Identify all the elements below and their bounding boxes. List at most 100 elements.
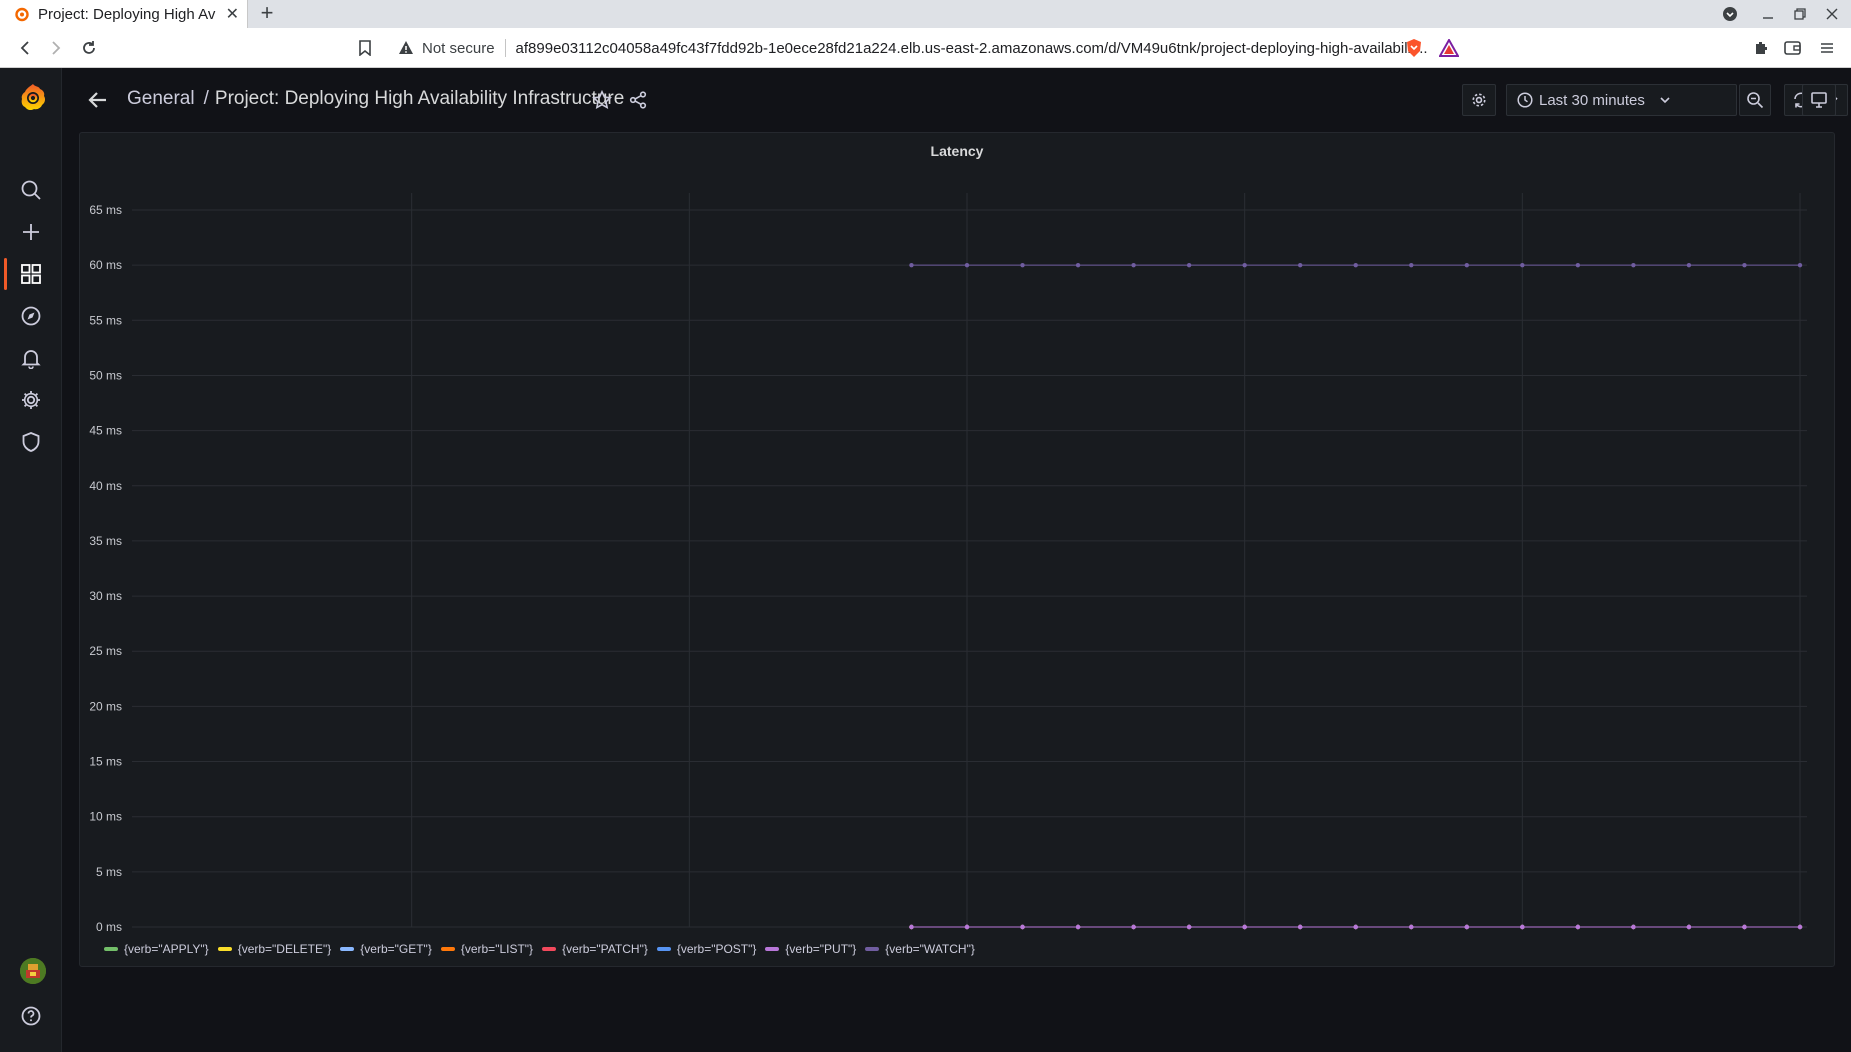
breadcrumb: General / Project: Deploying High Availa… xyxy=(127,88,624,110)
legend-item[interactable]: {verb="PATCH"} xyxy=(542,942,648,956)
legend-item[interactable]: {verb="PUT"} xyxy=(765,942,856,956)
sidebar-item-search[interactable] xyxy=(0,170,62,210)
data-point xyxy=(1075,924,1081,930)
data-point xyxy=(1686,924,1692,930)
share-icon[interactable] xyxy=(628,90,648,110)
forward-icon[interactable] xyxy=(44,36,68,60)
zoom-out-button[interactable] xyxy=(1739,84,1771,116)
legend-item[interactable]: {verb="GET"} xyxy=(340,942,432,956)
data-point xyxy=(1520,262,1525,268)
data-point xyxy=(1075,262,1081,268)
browser-tab[interactable]: Project: Deploying High Av ✕ xyxy=(0,0,248,28)
restore-icon[interactable] xyxy=(1784,0,1816,28)
data-point xyxy=(1186,924,1192,930)
y-tick-label: 20 ms xyxy=(89,699,122,713)
legend-item[interactable]: {verb="WATCH"} xyxy=(865,942,975,956)
bookmark-icon[interactable] xyxy=(353,36,377,60)
sidebar-item-create[interactable] xyxy=(0,212,62,252)
data-point xyxy=(909,924,914,930)
latency-chart[interactable]: 0 ms 5 ms 10 ms 15 ms 20 ms 25 ms 30 ms 35 ms 40… xyxy=(80,133,1836,933)
data-point xyxy=(1409,262,1414,268)
brave-shield-icon[interactable] xyxy=(1402,36,1426,60)
grafana-logo-icon[interactable] xyxy=(19,82,47,112)
tab-close-icon[interactable]: ✕ xyxy=(226,4,239,24)
y-tick-label: 15 ms xyxy=(89,755,122,769)
y-tick-label: 55 ms xyxy=(89,313,122,327)
legend-label: {verb="DELETE"} xyxy=(237,942,332,956)
minimize-icon[interactable] xyxy=(1752,0,1784,28)
browser-toolbar: Not secure af899e03112c04058a49fc43f7fdd… xyxy=(0,28,1851,68)
legend-swatch xyxy=(865,947,880,951)
wallet-icon[interactable] xyxy=(1781,36,1805,60)
warning-icon xyxy=(399,41,413,54)
data-point xyxy=(1298,924,1303,930)
data-point xyxy=(1797,924,1803,930)
time-range-label: Last 30 minutes xyxy=(1539,91,1645,109)
legend-label: {verb="LIST"} xyxy=(460,942,534,956)
clock-icon xyxy=(1517,92,1533,108)
legend-swatch xyxy=(656,947,671,951)
data-point xyxy=(909,262,914,268)
data-point xyxy=(1131,262,1136,268)
y-tick-label: 0 ms xyxy=(96,920,122,933)
reload-icon[interactable] xyxy=(77,36,101,60)
y-tick-label: 10 ms xyxy=(89,810,122,824)
data-point xyxy=(1575,262,1581,268)
sidebar-item-server-admin[interactable] xyxy=(0,422,62,462)
latency-panel[interactable]: Latency 0 ms 5 ms 10 ms 15 ms 20 ms 25 ms 30 m… xyxy=(79,132,1835,967)
data-point xyxy=(964,924,970,930)
shield-icon xyxy=(22,432,40,452)
brave-rewards-icon[interactable] xyxy=(1437,36,1461,60)
legend-label: {verb="GET"} xyxy=(360,942,432,956)
sidebar-item-explore[interactable] xyxy=(0,296,62,336)
legend-item[interactable]: {verb="DELETE"} xyxy=(217,942,332,956)
gear-icon xyxy=(22,391,40,409)
y-tick-label: 60 ms xyxy=(89,258,122,272)
user-avatar[interactable] xyxy=(20,958,46,984)
data-point xyxy=(1298,262,1303,268)
legend-item[interactable]: {verb="APPLY"} xyxy=(104,942,209,956)
data-point xyxy=(1409,924,1414,930)
time-range-picker[interactable]: Last 30 minutes xyxy=(1506,84,1737,116)
data-point xyxy=(1131,924,1136,930)
y-tick-label: 30 ms xyxy=(89,589,122,603)
monitor-icon xyxy=(1811,92,1827,108)
data-point xyxy=(1575,924,1581,930)
dashboard-settings-button[interactable] xyxy=(1462,84,1496,116)
breadcrumb-separator: / xyxy=(203,88,209,109)
close-window-icon[interactable] xyxy=(1816,0,1848,28)
zoom-out-icon xyxy=(1747,92,1764,109)
y-tick-label: 5 ms xyxy=(96,865,122,879)
tab-search-icon[interactable] xyxy=(1714,0,1746,28)
browser-menu-icon[interactable] xyxy=(1815,36,1839,60)
data-point xyxy=(1686,262,1692,268)
bell-icon xyxy=(21,350,41,369)
sidebar-item-alerting[interactable] xyxy=(0,338,62,378)
y-tick-label: 50 ms xyxy=(89,368,122,382)
sidebar-item-help[interactable] xyxy=(0,996,62,1036)
search-icon xyxy=(21,180,41,200)
legend-label: {verb="WATCH"} xyxy=(885,942,975,956)
compass-icon xyxy=(21,306,41,326)
dashboard-title[interactable]: Project: Deploying High Availability Inf… xyxy=(215,88,624,110)
data-point xyxy=(1464,924,1470,930)
url-text: af899e03112c04058a49fc43f7fdd92b-1e0ece2… xyxy=(515,39,1428,57)
extensions-icon[interactable] xyxy=(1749,36,1773,60)
data-point xyxy=(1742,262,1747,268)
back-arrow-icon[interactable] xyxy=(86,88,110,112)
data-point xyxy=(1242,262,1247,268)
legend-swatch xyxy=(104,947,118,951)
sidebar-item-dashboards[interactable] xyxy=(0,254,62,294)
data-point xyxy=(1353,924,1358,930)
star-icon[interactable] xyxy=(592,90,612,110)
legend-item[interactable]: {verb="LIST"} xyxy=(440,942,534,956)
legend-label: {verb="POST"} xyxy=(676,942,757,956)
legend-item[interactable]: {verb="POST"} xyxy=(656,942,757,956)
address-bar[interactable]: Not secure af899e03112c04058a49fc43f7fdd… xyxy=(388,33,1468,63)
dashboard-header: General / Project: Deploying High Availa… xyxy=(62,68,1851,132)
sidebar-item-configuration[interactable] xyxy=(0,380,62,420)
tv-mode-button[interactable] xyxy=(1802,84,1836,116)
back-icon[interactable] xyxy=(13,36,37,60)
new-tab-icon[interactable]: + xyxy=(255,2,279,26)
breadcrumb-folder[interactable]: General xyxy=(127,88,195,110)
